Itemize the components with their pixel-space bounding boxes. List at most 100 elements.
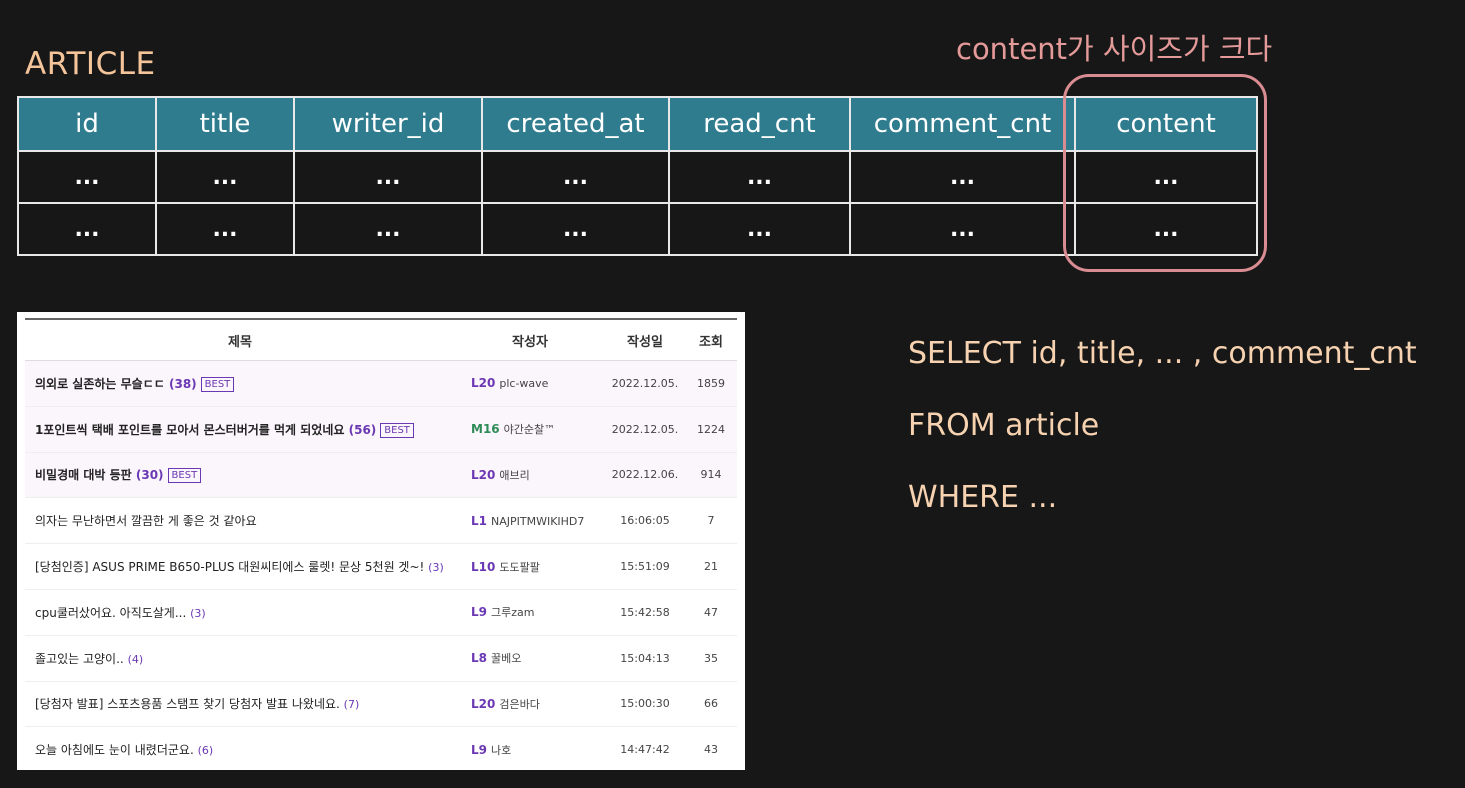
schema-cell: ...	[668, 150, 851, 204]
post-views: 47	[704, 605, 718, 619]
sql-where-line: WHERE ...	[908, 480, 1058, 515]
post-views: 35	[704, 651, 718, 665]
post-date: 14:47:42	[620, 743, 670, 757]
writer-level-badge: L9	[471, 742, 487, 757]
post-date: 2022.12.05.	[611, 422, 679, 436]
writer-name[interactable]: 꿀베오	[491, 652, 521, 665]
post-title[interactable]: 의자는 무난하면서 깔끔한 게 좋은 것 같아요	[35, 514, 257, 528]
writer-name[interactable]: 나호	[491, 744, 511, 757]
post-title-cell[interactable]: 의외로 실존하는 무슬ㄷㄷ (38) BEST	[25, 375, 455, 392]
table-name-label: ARTICLE	[25, 46, 156, 82]
post-title[interactable]: cpu쿨러샀어요. 아직도살게...	[35, 606, 186, 620]
post-writer-cell[interactable]: L10 도도팔팔	[455, 559, 605, 575]
column-header: read_cnt	[668, 96, 851, 152]
writer-name[interactable]: 그루zam	[491, 606, 534, 619]
schema-cell: ...	[155, 150, 295, 204]
board-list: 의외로 실존하는 무슬ㄷㄷ (38) BEST L20 plc-wave 2022.12…	[25, 361, 737, 770]
board-post-row[interactable]: 1포인트씩 택배 포인트를 모아서 몬스터버거를 먹게 되었네요 (56) BES…	[25, 406, 737, 453]
post-title-cell[interactable]: 비밀경매 대박 등판 (30) BEST	[25, 466, 455, 484]
post-views: 66	[704, 697, 718, 711]
post-date: 15:04:13	[620, 651, 670, 665]
post-date: 15:00:30	[620, 697, 670, 711]
board-post-row[interactable]: [당첨인증] ASUS PRIME B650-PLUS 대원씨티에스 룰렛! 문…	[25, 544, 737, 590]
comment-count: (3)	[190, 606, 206, 620]
post-title-cell[interactable]: 1포인트씩 택배 포인트를 모아서 몬스터버거를 먹게 되었네요 (56) BES…	[25, 421, 455, 438]
post-views: 7	[707, 514, 715, 528]
board-header-writer: 작성자	[512, 334, 548, 350]
writer-level-badge: L20	[471, 467, 496, 482]
comment-count: (4)	[127, 652, 144, 666]
schema-cell: ...	[668, 202, 851, 256]
content-size-annotation: content가 사이즈가 크다	[956, 32, 1273, 66]
post-title[interactable]: [당첨인증] ASUS PRIME B650-PLUS 대원씨티에스 룰렛! 문…	[35, 560, 424, 574]
writer-name[interactable]: plc-wave	[499, 377, 548, 390]
writer-level-badge: M16	[471, 422, 500, 437]
schema-cell: ...	[293, 150, 483, 204]
post-title-cell[interactable]: 졸고있는 고양이.. (4)	[25, 650, 455, 667]
post-title[interactable]: 의외로 실존하는 무슬ㄷㄷ	[35, 377, 165, 391]
post-writer-cell[interactable]: L8 꿀베오	[455, 650, 605, 666]
post-writer-cell[interactable]: L1 NAJPITMWIKIHD7	[455, 514, 605, 528]
post-title-cell[interactable]: [당첨인증] ASUS PRIME B650-PLUS 대원씨티에스 룰렛! 문…	[25, 558, 455, 575]
schema-cell: ...	[481, 202, 670, 256]
writer-level-badge: L20	[471, 696, 496, 711]
writer-level-badge: L9	[471, 605, 487, 620]
post-writer-cell[interactable]: L9 그루zam	[455, 604, 605, 620]
writer-name[interactable]: NAJPITMWIKIHD7	[491, 515, 584, 528]
board-post-row[interactable]: 의외로 실존하는 무슬ㄷㄷ (38) BEST L20 plc-wave 2022.12…	[25, 361, 737, 407]
post-date: 15:42:58	[620, 605, 670, 619]
post-views: 1859	[697, 376, 725, 390]
post-views: 21	[704, 560, 718, 574]
post-title-cell[interactable]: 오늘 아침에도 눈이 내렸더군요. (6)	[25, 741, 455, 758]
writer-name[interactable]: 도도팔팔	[499, 561, 539, 574]
sql-from-line: FROM article	[908, 408, 1100, 443]
schema-cell: ...	[155, 202, 295, 256]
writer-level-badge: L10	[471, 559, 496, 574]
board-post-row[interactable]: 비밀경매 대박 등판 (30) BEST L20 애브리 2022.12.06. 914	[25, 452, 737, 499]
comment-count: (6)	[197, 744, 214, 758]
board-post-row[interactable]: cpu쿨러샀어요. 아직도살게... (3) L9 그루zam 15:42:58 47	[25, 590, 737, 636]
best-badge: BEST	[200, 376, 235, 392]
post-writer-cell[interactable]: L20 plc-wave	[455, 376, 605, 390]
schema-cell: ...	[481, 150, 670, 204]
board-post-row[interactable]: 오늘 아침에도 눈이 내렸더군요. (6) L9 나호 14:47:42 43	[25, 727, 737, 770]
column-header: created_at	[481, 96, 670, 152]
board-header: 제목 작성자 작성일 조회	[25, 318, 737, 361]
best-badge: BEST	[380, 422, 414, 438]
post-writer-cell[interactable]: L20 애브리	[455, 467, 605, 483]
post-writer-cell[interactable]: M16 야간순찰™	[455, 421, 605, 437]
post-date: 15:51:09	[620, 560, 670, 574]
board-post-row[interactable]: [당첨자 발표] 스포츠용품 스탬프 찾기 당첨자 발표 나왔네요. (7) L2…	[25, 682, 737, 728]
column-header: writer_id	[293, 96, 483, 152]
post-title[interactable]: 오늘 아침에도 눈이 내렸더군요.	[35, 743, 194, 757]
board-post-row[interactable]: 의자는 무난하면서 깔끔한 게 좋은 것 같아요 L1 NAJPITMWIKIHD7…	[25, 498, 737, 545]
post-views: 914	[700, 468, 722, 482]
post-title-cell[interactable]: [당첨자 발표] 스포츠용품 스탬프 찾기 당첨자 발표 나왔네요. (7)	[25, 695, 455, 712]
comment-count: (56)	[348, 422, 377, 437]
writer-name[interactable]: 검은바다	[499, 698, 539, 711]
post-title[interactable]: 졸고있는 고양이..	[35, 652, 124, 666]
writer-name[interactable]: 야간순찰™	[504, 423, 555, 436]
writer-level-badge: L20	[471, 376, 496, 391]
column-header: id	[17, 96, 157, 152]
column-header: title	[155, 96, 295, 152]
post-views: 43	[704, 743, 718, 757]
post-title-cell[interactable]: cpu쿨러샀어요. 아직도살게... (3)	[25, 604, 455, 621]
writer-name[interactable]: 애브리	[499, 469, 529, 482]
post-writer-cell[interactable]: L20 검은바다	[455, 696, 605, 712]
post-title[interactable]: [당첨자 발표] 스포츠용품 스탬프 찾기 당첨자 발표 나왔네요.	[35, 697, 340, 711]
writer-level-badge: L8	[471, 651, 487, 666]
column-header: comment_cnt	[849, 96, 1076, 152]
post-title-cell[interactable]: 의자는 무난하면서 깔끔한 게 좋은 것 같아요	[25, 512, 455, 529]
comment-count: (30)	[135, 468, 164, 483]
schema-cell: ...	[293, 202, 483, 256]
schema-cell: ...	[849, 202, 1076, 256]
best-badge: BEST	[167, 468, 202, 484]
board-screenshot: 제목 작성자 작성일 조회 의외로 실존하는 무슬ㄷㄷ (38) BEST L20 p…	[17, 312, 745, 770]
post-writer-cell[interactable]: L9 나호	[455, 742, 605, 758]
comment-count: (38)	[168, 376, 197, 391]
post-title[interactable]: 비밀경매 대박 등판	[35, 468, 132, 482]
post-title[interactable]: 1포인트씩 택배 포인트를 모아서 몬스터버거를 먹게 되었네요	[35, 423, 344, 437]
board-post-row[interactable]: 졸고있는 고양이.. (4) L8 꿀베오 15:04:13 35	[25, 636, 737, 682]
post-date: 2022.12.05.	[611, 376, 679, 390]
